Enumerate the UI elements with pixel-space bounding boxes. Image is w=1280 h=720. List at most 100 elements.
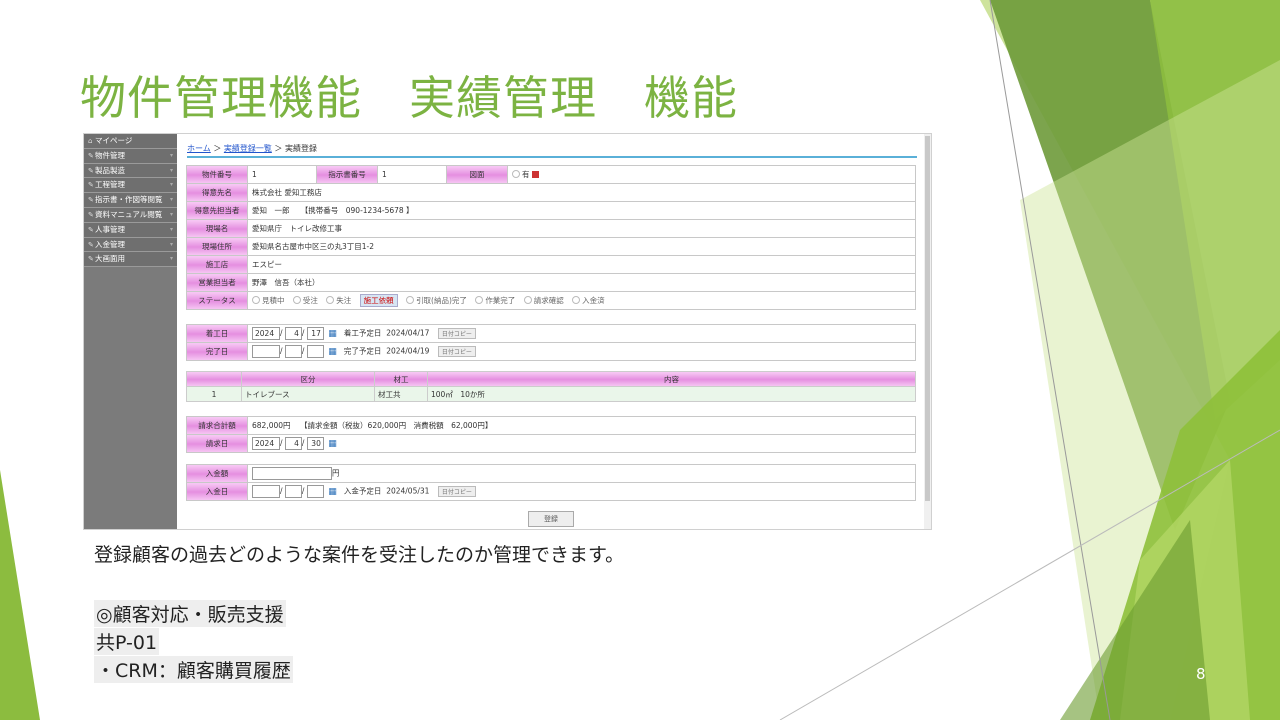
- status-radio[interactable]: [572, 296, 581, 304]
- schedule-table: 着工日 2024/ 4/ 17 ▦ 着工予定日 2024/04/17 日付コピー…: [186, 324, 916, 361]
- status-radio[interactable]: [523, 296, 532, 304]
- chevron-down-icon: ▾: [169, 225, 173, 233]
- date-separator: /: [301, 486, 305, 496]
- payment-plan-label: 入金予定日: [343, 486, 382, 496]
- breadcrumb-separator: ＞: [213, 144, 222, 153]
- drawing-label: 図面: [446, 165, 508, 184]
- billing-table: 請求合計額 682,000円 【請求金額（税抜）620,000円 消費税額 62…: [186, 416, 916, 453]
- end-day-input[interactable]: [306, 345, 324, 358]
- work-table: 区分 材工 内容 1 トイレブース 材工共 100㎡ 10か所: [186, 371, 916, 402]
- sidebar-item-label: 製品製造: [95, 165, 125, 175]
- scrollbar-thumb[interactable]: [925, 136, 930, 501]
- calendar-icon[interactable]: ▦: [328, 347, 337, 357]
- sales-value: 野澤 信吾（本社）: [247, 273, 916, 292]
- status-radio[interactable]: [252, 296, 260, 304]
- sidebar-item-mypage[interactable]: ⌂ マイページ: [84, 134, 177, 149]
- contact-value: 愛知 一郎 【携帯番号 090-1234-5678 】: [247, 201, 916, 220]
- start-plan-value: 2024/04/17: [386, 328, 430, 338]
- start-year-input[interactable]: 2024: [252, 327, 280, 340]
- slide-title: 物件管理機能 実績管理 機能: [80, 71, 738, 125]
- pencil-icon: ✎: [88, 210, 94, 219]
- payment-day-input[interactable]: [306, 485, 324, 498]
- status-option: 作業完了: [485, 296, 516, 305]
- billing-total-label: 請求合計額: [186, 416, 248, 435]
- property-no-value: 1: [247, 165, 317, 184]
- sales-label: 営業担当者: [186, 273, 248, 292]
- work-table-header: 内容: [427, 371, 916, 387]
- calendar-icon[interactable]: ▦: [328, 487, 337, 497]
- status-option: 失注: [336, 296, 352, 305]
- sidebar-item-label: 資料マニュアル閲覧: [95, 209, 163, 219]
- sidebar-item-property[interactable]: ✎物件管理 ▾: [84, 148, 177, 164]
- home-icon: ⌂: [88, 137, 93, 145]
- status-option-selected[interactable]: 施工依頼: [359, 294, 398, 307]
- payment-year-input[interactable]: [252, 485, 280, 498]
- pencil-icon: ✎: [88, 225, 94, 234]
- status-radio[interactable]: [292, 296, 301, 304]
- pencil-icon: ✎: [88, 181, 94, 190]
- calendar-icon[interactable]: ▦: [328, 439, 337, 449]
- payment-amount-label: 入金額: [186, 464, 248, 483]
- sidebar-item-instructions[interactable]: ✎指示書・作図等閲覧 ▾: [84, 193, 177, 208]
- breadcrumb-list-link[interactable]: 実績登録一覧: [224, 144, 272, 153]
- date-separator: /: [301, 328, 305, 338]
- sidebar-item-label: 入金管理: [95, 239, 125, 249]
- pencil-icon: ✎: [88, 196, 94, 205]
- sidebar-item-label: 工程管理: [95, 180, 125, 190]
- drawing-radio[interactable]: [512, 170, 520, 178]
- start-date-cell: 2024/ 4/ 17 ▦ 着工予定日 2024/04/17 日付コピー: [247, 324, 916, 343]
- flag-icon[interactable]: [531, 171, 539, 178]
- copy-date-button[interactable]: 日付コピー: [437, 485, 476, 497]
- copy-date-button[interactable]: 日付コピー: [437, 327, 476, 339]
- calendar-icon[interactable]: ▦: [328, 329, 337, 339]
- sidebar-item-manufacturing[interactable]: ✎製品製造 ▾: [84, 163, 177, 179]
- start-date-label: 着工日: [186, 324, 248, 343]
- drawing-option: 有: [522, 170, 530, 179]
- sidebar-item-payment[interactable]: ✎入金管理 ▾: [84, 237, 177, 253]
- billing-date-label: 請求日: [186, 434, 248, 453]
- client-value: 株式会社 愛知工務店: [247, 183, 916, 202]
- chevron-down-icon: ▾: [169, 255, 173, 263]
- chevron-down-icon: ▾: [169, 151, 173, 159]
- chevron-down-icon: ▾: [169, 196, 173, 204]
- sidebar-item-label: 大画面用: [95, 254, 125, 264]
- payment-amount-input[interactable]: [252, 467, 332, 480]
- slide-description: 登録顧客の過去どのような案件を受注したのか管理できます。: [94, 544, 625, 566]
- status-option: 入金済: [582, 296, 605, 305]
- status-radio[interactable]: [326, 296, 335, 304]
- start-day-input[interactable]: 17: [306, 327, 324, 340]
- client-label: 得意先名: [186, 183, 248, 202]
- scrollbar[interactable]: [924, 134, 931, 529]
- billing-month-input[interactable]: 4: [284, 437, 302, 450]
- pencil-icon: ✎: [88, 255, 94, 264]
- register-button[interactable]: 登録: [528, 511, 574, 527]
- status-radio[interactable]: [406, 296, 415, 304]
- end-year-input[interactable]: [252, 345, 280, 358]
- status-radio[interactable]: [475, 296, 484, 304]
- payment-month-input[interactable]: [284, 485, 302, 498]
- date-separator: /: [280, 438, 283, 448]
- status-label: ステータス: [186, 291, 248, 310]
- billing-day-input[interactable]: 30: [306, 437, 324, 450]
- breadcrumb-home-link[interactable]: ホーム: [187, 144, 211, 153]
- billing-year-input[interactable]: 2024: [252, 437, 280, 450]
- table-row[interactable]: 1 トイレブース 材工共 100㎡ 10か所: [186, 386, 916, 402]
- category-text: ◎顧客対応・販売支援: [94, 600, 286, 627]
- breadcrumb: ホーム ＞ 実績登録一覧 ＞ 実績登録: [187, 143, 317, 154]
- date-separator: /: [301, 346, 305, 356]
- sidebar-item-bigscreen[interactable]: ✎大画面用 ▾: [84, 252, 177, 268]
- billing-date-cell: 2024/ 4/ 30 ▦: [247, 434, 916, 453]
- contractor-label: 施工店: [186, 255, 248, 274]
- end-month-input[interactable]: [284, 345, 302, 358]
- billing-total-value: 682,000円: [252, 421, 291, 430]
- work-row-category: トイレブース: [241, 386, 375, 402]
- chevron-down-icon: ▾: [169, 240, 173, 248]
- sidebar-item-process[interactable]: ✎工程管理 ▾: [84, 178, 177, 194]
- sidebar-item-hr[interactable]: ✎人事管理 ▾: [84, 222, 177, 238]
- sidebar-item-manuals[interactable]: ✎資料マニュアル閲覧 ▾: [84, 207, 177, 223]
- billing-total-cell: 682,000円 【請求金額（税抜）620,000円 消費税額 62,000円】: [247, 416, 916, 435]
- copy-date-button[interactable]: 日付コピー: [437, 345, 476, 357]
- billing-detail: 【請求金額（税抜）620,000円 消費税額 62,000円】: [300, 421, 493, 430]
- breadcrumb-divider: [187, 156, 917, 158]
- start-month-input[interactable]: 4: [284, 327, 302, 340]
